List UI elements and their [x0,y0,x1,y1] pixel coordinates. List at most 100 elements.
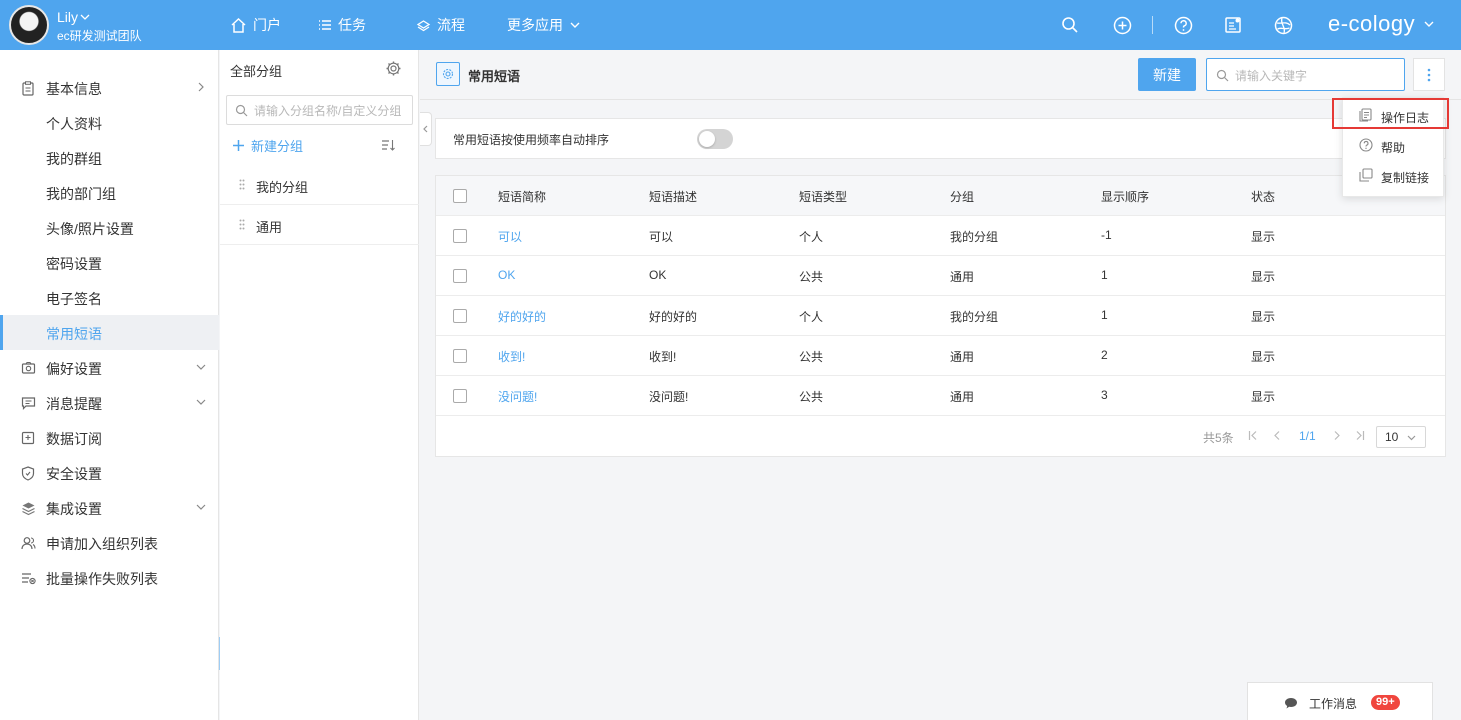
chevron-down-icon [196,364,206,370]
camera-icon [20,360,36,376]
table-row: OK OK 公共 通用 1 显示 [436,256,1445,296]
phrase-group: 通用 [950,350,975,364]
sidebar-item-avatar-settings[interactable]: 头像/照片设置 [0,210,219,245]
group-item-general[interactable]: 通用 [220,205,419,245]
chevron-left-icon [423,125,428,133]
work-messages-button[interactable]: 工作消息 99+ [1247,682,1433,720]
sidebar-item-label: 批量操作失败列表 [46,571,158,587]
message-icon [20,395,36,411]
phrase-name-link[interactable]: 收到! [498,348,525,365]
group-panel: 全部分组 新建分组 我的分组 通用 [220,50,419,720]
phrase-name-link[interactable]: 好的好的 [498,308,546,325]
user-team: ec研发测试团队 [57,29,142,43]
phrase-status: 显示 [1251,230,1276,244]
topnav-workflow-label: 流程 [437,17,465,33]
sidebar-item-basic-info[interactable]: 基本信息 [0,70,219,105]
users-icon [20,535,36,551]
next-page-icon[interactable] [1333,430,1341,441]
sidebar-item-integration[interactable]: 集成设置 [0,490,219,525]
group-panel-collapse-handle[interactable] [420,112,432,146]
phrase-type: 公共 [799,350,824,364]
keyword-search-input[interactable] [1235,67,1395,84]
sidebar-item-label: 常用短语 [46,326,102,342]
last-page-icon[interactable] [1355,430,1365,441]
new-group-button[interactable]: 新建分组 [232,136,303,155]
menu-item-help[interactable]: 帮助 [1343,131,1445,161]
drag-handle-icon[interactable] [239,179,245,190]
prev-page-icon[interactable] [1273,430,1281,441]
more-vertical-icon [1427,68,1431,81]
phrase-group: 我的分组 [950,230,999,244]
first-page-icon[interactable] [1248,430,1258,441]
globe-icon[interactable] [1272,14,1294,36]
row-checkbox[interactable] [453,269,467,283]
auto-sort-label: 常用短语按使用频率自动排序 [453,133,610,147]
column-header[interactable]: 短语描述 [649,188,697,205]
topnav-tasks[interactable]: 任务 [318,15,366,35]
current-page: 1/1 [1299,429,1316,443]
menu-item-copy-link[interactable]: 复制链接 [1343,161,1445,191]
select-all-checkbox[interactable] [453,189,467,203]
settings-page-icon [436,62,460,86]
phrases-table: 短语简称 短语描述 短语类型 分组 显示顺序 状态 可以 可以 个人 我的分组 … [435,175,1446,457]
page-size-select[interactable]: 10 [1376,426,1426,448]
phrase-description: 好的好的 [649,310,698,324]
topnav-portal[interactable]: 门户 [230,15,281,35]
chevron-down-icon [196,399,206,405]
user-menu[interactable]: Lily [57,9,90,25]
drag-handle-icon[interactable] [239,219,245,230]
topnav-tasks-label: 任务 [338,17,366,33]
column-header[interactable]: 显示顺序 [1101,188,1149,205]
phrase-group: 通用 [950,270,975,284]
phrase-description: 可以 [649,230,674,244]
column-header[interactable]: 短语类型 [799,188,847,205]
sidebar-item-preferences[interactable]: 偏好设置 [0,350,219,385]
sidebar-item-label: 数据订阅 [46,431,102,447]
add-circle-icon[interactable] [1111,14,1133,36]
sidebar-item-dept-groups[interactable]: 我的部门组 [0,175,219,210]
sidebar-item-join-requests[interactable]: 申请加入组织列表 [0,525,219,560]
subscribe-icon [20,430,36,446]
avatar[interactable] [9,5,49,45]
copy-icon [1359,168,1373,182]
help-icon[interactable] [1172,14,1194,36]
column-header[interactable]: 短语简称 [498,188,546,205]
display-order: 1 [1101,268,1108,282]
sidebar-item-profile[interactable]: 个人资料 [0,105,219,140]
notice-board-icon[interactable] [1222,14,1244,36]
sidebar-item-security[interactable]: 安全设置 [0,455,219,490]
sidebar-item-notifications[interactable]: 消息提醒 [0,385,219,420]
row-checkbox[interactable] [453,309,467,323]
phrase-name-link[interactable]: 可以 [498,228,522,245]
new-phrase-button[interactable]: 新建 [1138,58,1196,91]
sort-icon[interactable] [381,139,396,154]
phrase-name-link[interactable]: 没问题! [498,388,537,405]
row-checkbox[interactable] [453,229,467,243]
shield-icon [20,465,36,481]
group-item-my-group[interactable]: 我的分组 [220,165,419,205]
sidebar-item-label: 消息提醒 [46,396,102,412]
more-options-button[interactable] [1413,58,1445,91]
phrase-name-link[interactable]: OK [498,268,515,282]
column-header[interactable]: 状态 [1251,188,1275,205]
sidebar-item-common-phrases[interactable]: 常用短语 [0,315,219,350]
brand-menu[interactable]: e-cology [1328,11,1435,37]
sidebar-item-my-groups[interactable]: 我的群组 [0,140,219,175]
auto-sort-toggle[interactable] [697,129,733,149]
topnav-more-apps-label: 更多应用 [507,17,563,33]
topnav-workflow[interactable]: 流程 [416,15,465,35]
phrase-type: 公共 [799,270,824,284]
phrase-type: 个人 [799,310,824,324]
search-icon[interactable] [1059,14,1081,36]
layers-icon [416,19,431,31]
gear-icon[interactable] [385,60,402,80]
column-header[interactable]: 分组 [950,188,974,205]
row-checkbox[interactable] [453,389,467,403]
topnav-more-apps[interactable]: 更多应用 [507,15,581,35]
sidebar-item-data-subscription[interactable]: 数据订阅 [0,420,219,455]
sidebar-item-e-signature[interactable]: 电子签名 [0,280,219,315]
sidebar-item-batch-failures[interactable]: 批量操作失败列表 [0,560,219,595]
sidebar-item-password[interactable]: 密码设置 [0,245,219,280]
group-search-input[interactable] [254,102,409,119]
row-checkbox[interactable] [453,349,467,363]
